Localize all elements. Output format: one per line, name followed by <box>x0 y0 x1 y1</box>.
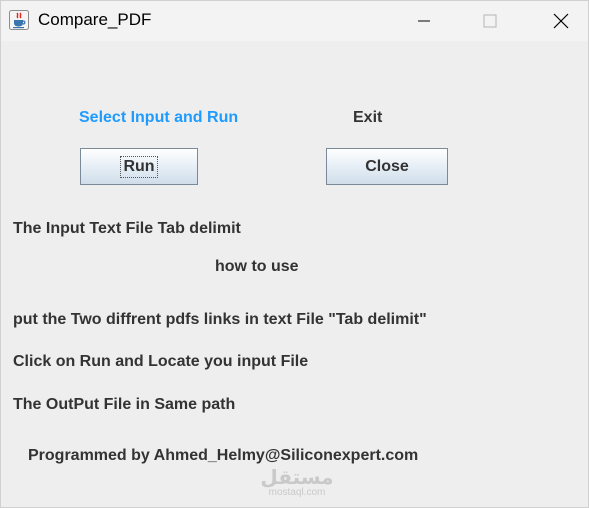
window-title: Compare_PDF <box>38 10 152 29</box>
close-icon <box>553 13 569 29</box>
title-bar[interactable]: Compare_PDF <box>1 1 588 41</box>
watermark-text: مستقل <box>260 465 334 489</box>
exit-label: Exit <box>353 109 383 126</box>
run-button[interactable]: Run <box>80 148 198 185</box>
credit-label: Programmed by Ahmed_Helmy@Siliconexpert.… <box>28 447 419 464</box>
instruction-label-1: put the Two diffrent pdfs links in text … <box>13 311 427 328</box>
watermark-logo: مستقل mostaql.com <box>257 467 337 499</box>
window-close-button[interactable] <box>538 1 584 41</box>
minimize-button[interactable] <box>401 1 447 41</box>
minimize-icon <box>418 20 430 22</box>
watermark-subtext: mostaql.com <box>268 487 326 498</box>
instruction-label-2: Click on Run and Locate you input File <box>13 353 309 370</box>
input-info-label: The Input Text File Tab delimit <box>13 220 241 237</box>
how-to-use-label: how to use <box>215 258 299 275</box>
close-button-label: Close <box>365 157 409 175</box>
run-button-label: Run <box>120 155 158 178</box>
select-input-label: Select Input and Run <box>79 109 239 126</box>
maximize-icon <box>483 14 497 28</box>
close-button[interactable]: Close <box>326 148 448 185</box>
app-window: Compare_PDF Select Input and Run Exit Ru… <box>0 0 589 508</box>
instruction-label-3: The OutPut File in Same path <box>13 396 236 413</box>
maximize-button[interactable] <box>467 1 513 41</box>
java-coffee-cup-icon[interactable] <box>9 10 29 30</box>
